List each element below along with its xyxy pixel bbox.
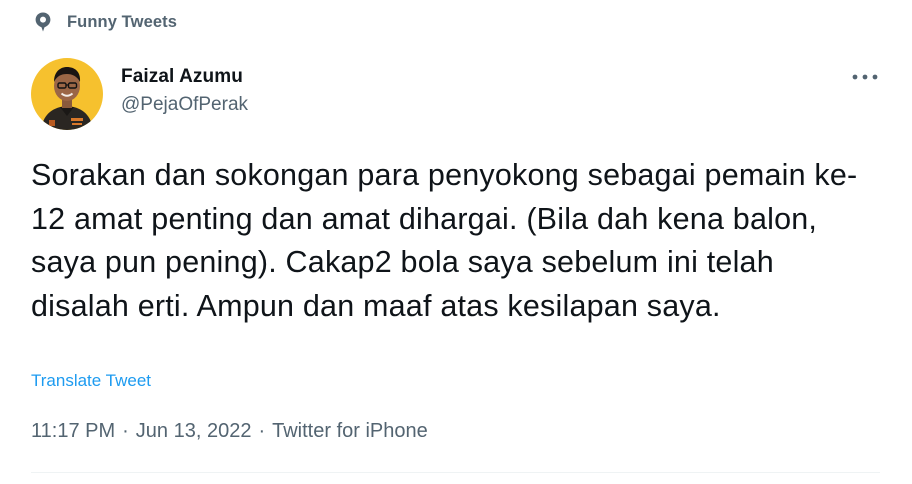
tweet-metadata: 11:17 PM · Jun 13, 2022 · Twitter for iP… xyxy=(31,420,428,443)
divider xyxy=(31,472,880,473)
context-label[interactable]: Funny Tweets xyxy=(67,13,177,32)
translate-tweet-link[interactable]: Translate Tweet xyxy=(31,371,151,391)
author-handle[interactable]: @PejaOfPerak xyxy=(121,92,248,118)
pin-icon xyxy=(33,11,53,33)
social-context: Funny Tweets xyxy=(33,10,177,34)
avatar[interactable] xyxy=(31,58,103,130)
more-icon xyxy=(852,74,878,80)
author-block: Faizal Azumu @PejaOfPerak xyxy=(121,64,248,118)
meta-separator: · xyxy=(122,420,129,442)
author-name[interactable]: Faizal Azumu xyxy=(121,64,248,90)
tweet-source[interactable]: Twitter for iPhone xyxy=(272,420,428,443)
tweet-text: Sorakan dan sokongan para penyokong seba… xyxy=(31,158,858,323)
more-options-button[interactable] xyxy=(848,66,882,88)
meta-separator: · xyxy=(258,420,266,442)
tweet-time[interactable]: 11:17 PM xyxy=(31,420,115,443)
tweet-date[interactable]: Jun 13, 2022 xyxy=(136,420,252,443)
